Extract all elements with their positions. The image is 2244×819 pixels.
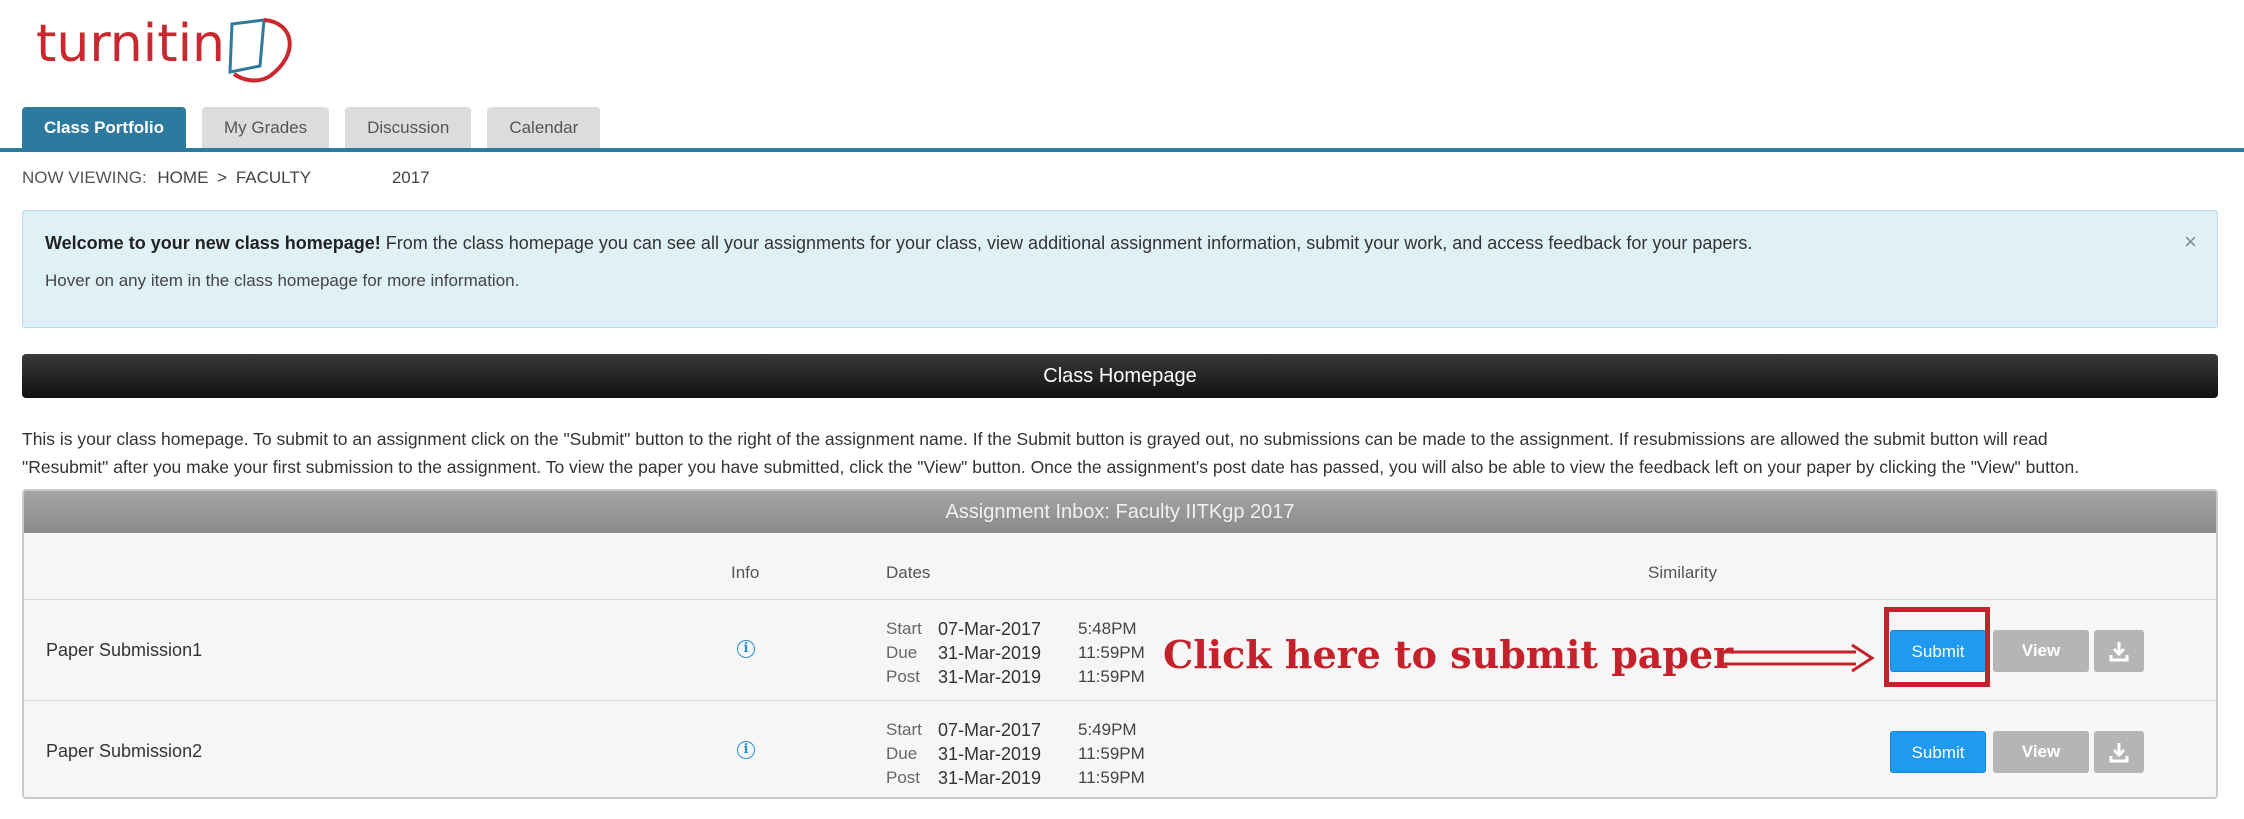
- column-similarity: Similarity: [1648, 563, 1717, 582]
- tab-class-portfolio[interactable]: Class Portfolio: [22, 107, 186, 149]
- inbox-column-headers: Info Dates Similarity: [24, 533, 2216, 600]
- tab-my-grades[interactable]: My Grades: [201, 107, 330, 149]
- tab-underline: [0, 148, 2244, 152]
- logo-page-icon: [228, 18, 292, 83]
- main-tabs: Class Portfolio My Grades Discussion Cal…: [22, 107, 601, 149]
- tab-calendar[interactable]: Calendar: [487, 107, 601, 149]
- close-icon[interactable]: ×: [2184, 229, 2197, 255]
- welcome-message: Welcome to your new class homepage! From…: [45, 233, 1752, 254]
- download-icon: [2109, 743, 2129, 763]
- due-date: 31-Mar-2019: [938, 643, 1042, 663]
- post-date: 31-Mar-2019: [938, 768, 1042, 788]
- arrow-right-icon: [1718, 643, 1875, 673]
- post-time: 11:59PM: [1078, 667, 1145, 686]
- breadcrumb-faculty[interactable]: FACULTY: [236, 168, 311, 187]
- info-icon[interactable]: i: [737, 640, 755, 658]
- start-time: 5:49PM: [1078, 720, 1137, 739]
- due-date: 31-Mar-2019: [938, 744, 1042, 764]
- breadcrumb: NOW VIEWING: HOME > FACULTY 2017: [22, 168, 434, 188]
- description-line-2: "Resubmit" after you make your first sub…: [22, 457, 2080, 477]
- class-homepage-bar: Class Homepage: [22, 354, 2218, 398]
- inbox-title: Assignment Inbox: Faculty IITKgp 2017: [24, 491, 2216, 533]
- breadcrumb-home[interactable]: HOME: [157, 168, 208, 187]
- submit-button[interactable]: Submit: [1890, 731, 1986, 773]
- info-icon[interactable]: i: [737, 741, 755, 759]
- start-label: Start: [886, 619, 922, 638]
- due-time: 11:59PM: [1078, 744, 1145, 763]
- assignment-name: Paper Submission1: [46, 640, 203, 660]
- post-time: 11:59PM: [1078, 768, 1145, 787]
- turnitin-logo: turnitin: [36, 14, 336, 84]
- download-icon: [2109, 642, 2129, 662]
- breadcrumb-year: 2017: [391, 168, 430, 187]
- post-label: Post: [886, 667, 921, 686]
- assignment-dates: Start 07-Mar-2017 5:48PM Due 31-Mar-2019 11:…: [886, 617, 1186, 689]
- post-date: 31-Mar-2019: [938, 667, 1042, 687]
- welcome-alert: Welcome to your new class homepage! From…: [22, 210, 2218, 328]
- annotation-highlight-box: [1884, 607, 1990, 687]
- start-date: 07-Mar-2017: [938, 720, 1042, 740]
- column-dates: Dates: [886, 563, 931, 582]
- breadcrumb-label: NOW VIEWING:: [22, 168, 147, 187]
- table-row: Paper Submission2 i Start 07-Mar-2017 5:49…: [24, 701, 2216, 797]
- assignment-name: Paper Submission2: [46, 741, 203, 761]
- download-button[interactable]: [2094, 731, 2144, 773]
- due-time: 11:59PM: [1078, 643, 1145, 662]
- assignment-dates: Start 07-Mar-2017 5:49PM Due 31-Mar-2019 11:…: [886, 718, 1186, 790]
- due-label: Due: [886, 643, 918, 662]
- start-label: Start: [886, 720, 922, 739]
- homepage-description: This is your class homepage. To submit t…: [22, 425, 2222, 481]
- welcome-heading: Welcome to your new class homepage!: [45, 233, 381, 253]
- welcome-hint: Hover on any item in the class homepage …: [45, 271, 520, 290]
- description-line-1: This is your class homepage. To submit t…: [22, 429, 2048, 449]
- logo-text: turnitin: [36, 14, 226, 74]
- tab-discussion[interactable]: Discussion: [345, 107, 472, 149]
- view-button[interactable]: View: [1993, 731, 2089, 773]
- column-info: Info: [731, 563, 760, 582]
- annotation-text: Click here to submit paper: [1163, 632, 1734, 677]
- download-button[interactable]: [2094, 630, 2144, 672]
- view-button[interactable]: View: [1993, 630, 2089, 672]
- post-label: Post: [886, 768, 921, 787]
- start-date: 07-Mar-2017: [938, 619, 1042, 639]
- welcome-text: From the class homepage you can see all …: [380, 233, 1753, 253]
- breadcrumb-separator: >: [217, 168, 228, 187]
- due-label: Due: [886, 744, 918, 763]
- start-time: 5:48PM: [1078, 619, 1137, 638]
